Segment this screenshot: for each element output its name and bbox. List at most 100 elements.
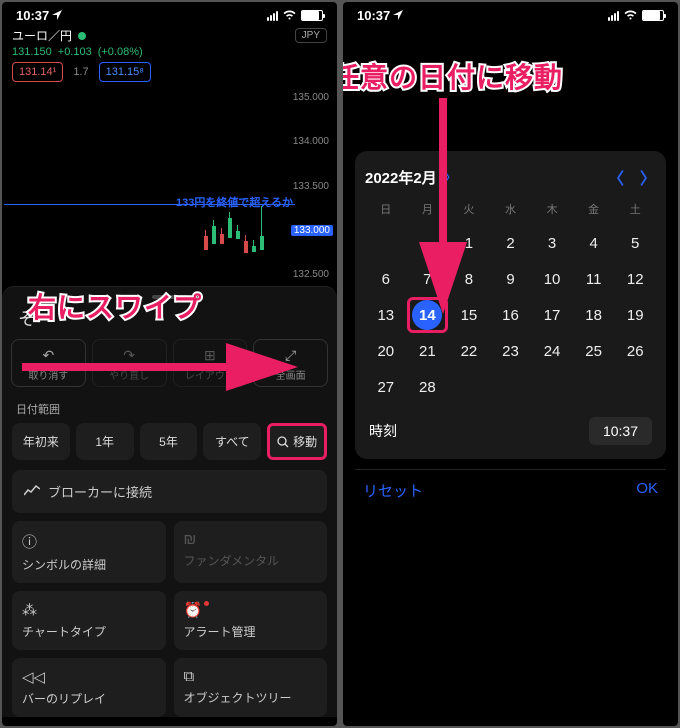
location-icon bbox=[393, 8, 403, 23]
tool-label: シンボルの詳細 bbox=[22, 558, 106, 572]
range-move-button[interactable]: 移動 bbox=[267, 423, 327, 460]
day-2[interactable]: 2 bbox=[490, 225, 532, 261]
wifi-icon bbox=[282, 8, 297, 23]
range-年初来[interactable]: 年初来 bbox=[12, 423, 70, 460]
tool-label: バーのリプレイ bbox=[22, 692, 106, 706]
day-13[interactable]: 13 bbox=[365, 297, 407, 333]
day-18[interactable]: 18 bbox=[573, 297, 615, 333]
move-label: 移動 bbox=[293, 433, 317, 450]
days-grid: 1234567891011121314151617181920212223242… bbox=[365, 225, 656, 405]
tool-アラート管理[interactable]: ⏰アラート管理 bbox=[174, 591, 328, 650]
day-3[interactable]: 3 bbox=[531, 225, 573, 261]
day-6[interactable]: 6 bbox=[365, 261, 407, 297]
range-すべて[interactable]: すべて bbox=[203, 423, 261, 460]
tool-シンボルの詳細[interactable]: ⓘ シンボルの詳細 bbox=[12, 521, 166, 583]
range-section-label: 日付範囲 bbox=[2, 395, 337, 423]
tool-icon: ⁂ bbox=[22, 601, 156, 619]
broker-connect-card[interactable]: ブローカーに接続 bbox=[12, 470, 327, 513]
price-change-pct: (+0.08%) bbox=[98, 46, 143, 58]
day-26[interactable]: 26 bbox=[614, 333, 656, 369]
status-bar: 10:37 bbox=[2, 2, 337, 25]
chart[interactable]: 135.000134.000133.500133.000132.500 133円… bbox=[4, 86, 335, 286]
spread: 1.7 bbox=[73, 66, 88, 78]
day-5[interactable]: 5 bbox=[614, 225, 656, 261]
day-17[interactable]: 17 bbox=[531, 297, 573, 333]
search-icon bbox=[277, 436, 289, 448]
status-time: 10:37 bbox=[16, 8, 49, 23]
day-22[interactable]: 22 bbox=[448, 333, 490, 369]
axis-tick: 132.500 bbox=[291, 269, 333, 280]
day-27[interactable]: 27 bbox=[365, 369, 407, 405]
tool-オブジェクトツリー[interactable]: ⧉オブジェクトツリー bbox=[174, 658, 328, 717]
day-23[interactable]: 23 bbox=[490, 333, 532, 369]
day-19[interactable]: 19 bbox=[614, 297, 656, 333]
next-month-button[interactable]: 〉 bbox=[640, 165, 656, 189]
bid-box[interactable]: 131.14¹ bbox=[12, 62, 63, 82]
day-10[interactable]: 10 bbox=[531, 261, 573, 297]
day-24[interactable]: 24 bbox=[531, 333, 573, 369]
wifi-icon bbox=[623, 8, 638, 23]
price-axis: 135.000 134.000 133.500 133.000 132.500 bbox=[291, 86, 333, 286]
price-change: +0.103 bbox=[58, 46, 92, 58]
axis-tick: 134.000 bbox=[291, 136, 333, 147]
phone-right: 10:37 任意の日付に移動 2022年2月 〉 〈 〉 日月火水木金土 12 3… bbox=[343, 2, 678, 726]
weekday: 金 bbox=[573, 201, 615, 217]
axis-tick: 135.000 bbox=[291, 92, 333, 103]
range-1年[interactable]: 1年 bbox=[76, 423, 134, 460]
signal-icon bbox=[608, 11, 619, 21]
status-time: 10:37 bbox=[357, 8, 390, 23]
day-21[interactable]: 21 bbox=[407, 333, 449, 369]
ok-button[interactable]: OK bbox=[636, 480, 658, 501]
weekday: 木 bbox=[531, 201, 573, 217]
day-12[interactable]: 12 bbox=[614, 261, 656, 297]
symbol-name: ユーロ／円 bbox=[12, 27, 72, 44]
date-picker: 2022年2月 〉 〈 〉 日月火水木金土 123456789101112131… bbox=[355, 151, 666, 459]
day-4[interactable]: 4 bbox=[573, 225, 615, 261]
prev-month-button[interactable]: 〈 bbox=[608, 165, 624, 189]
tool-label: チャートタイプ bbox=[22, 625, 106, 639]
phone-left: 10:37 ユーロ／円 JPY 131.150 +0.103 (+0.08%) … bbox=[2, 2, 337, 726]
time-value[interactable]: 10:37 bbox=[589, 417, 652, 445]
day-9[interactable]: 9 bbox=[490, 261, 532, 297]
broker-connect-label: ブローカーに接続 bbox=[48, 482, 152, 501]
annotation-goto-date: 任意の日付に移動 bbox=[343, 56, 563, 96]
axis-tick: 133.500 bbox=[291, 181, 333, 192]
market-open-dot bbox=[78, 32, 86, 40]
arrow-right-icon bbox=[22, 342, 302, 397]
tool-ファンダメンタル: ₪ ファンダメンタル bbox=[174, 521, 328, 583]
tool-バーのリプレイ[interactable]: ◁◁ バーのリプレイ bbox=[12, 658, 166, 717]
calendar-header: 2022年2月 〉 〈 〉 bbox=[365, 165, 656, 189]
arrow-down-icon bbox=[413, 98, 473, 323]
day-16[interactable]: 16 bbox=[490, 297, 532, 333]
battery-icon bbox=[301, 10, 323, 21]
status-bar: 10:37 bbox=[343, 2, 678, 25]
day-28[interactable]: 28 bbox=[407, 369, 449, 405]
reset-button[interactable]: リセット bbox=[363, 480, 423, 501]
currency-badge[interactable]: JPY bbox=[295, 28, 327, 43]
battery-icon bbox=[642, 10, 664, 21]
tool-label: ファンダメンタル bbox=[184, 554, 280, 568]
tool-icon: ◁◁ bbox=[22, 668, 156, 686]
tool-icon: ₪ bbox=[184, 531, 318, 548]
day-20[interactable]: 20 bbox=[365, 333, 407, 369]
annotation-swipe-right: 右にスワイプ bbox=[28, 286, 202, 326]
tool-label: アラート管理 bbox=[184, 625, 256, 639]
symbol-row[interactable]: ユーロ／円 JPY bbox=[2, 25, 337, 46]
tool-icon: ⧉ bbox=[184, 668, 318, 685]
range-row: 年初来1年5年すべて 移動 bbox=[2, 423, 337, 460]
tool-icon: ⓘ bbox=[22, 531, 156, 552]
time-row: 時刻 10:37 bbox=[365, 417, 656, 445]
range-5年[interactable]: 5年 bbox=[140, 423, 198, 460]
time-label: 時刻 bbox=[369, 421, 397, 441]
tool-チャートタイプ[interactable]: ⁂ チャートタイプ bbox=[12, 591, 166, 650]
weekday-row: 日月火水木金土 bbox=[365, 201, 656, 217]
day-25[interactable]: 25 bbox=[573, 333, 615, 369]
ask-box[interactable]: 131.15⁸ bbox=[99, 62, 151, 82]
weekday: 土 bbox=[614, 201, 656, 217]
picker-footer: リセット OK bbox=[355, 469, 666, 501]
location-icon bbox=[52, 8, 62, 23]
day-11[interactable]: 11 bbox=[573, 261, 615, 297]
signal-icon bbox=[267, 11, 278, 21]
tools-grid: ⓘ シンボルの詳細 ₪ ファンダメンタル ⁂ チャートタイプ ⏰アラート管理 ◁◁ バーのリプレ… bbox=[2, 521, 337, 717]
axis-tick: 133.000 bbox=[291, 225, 333, 236]
